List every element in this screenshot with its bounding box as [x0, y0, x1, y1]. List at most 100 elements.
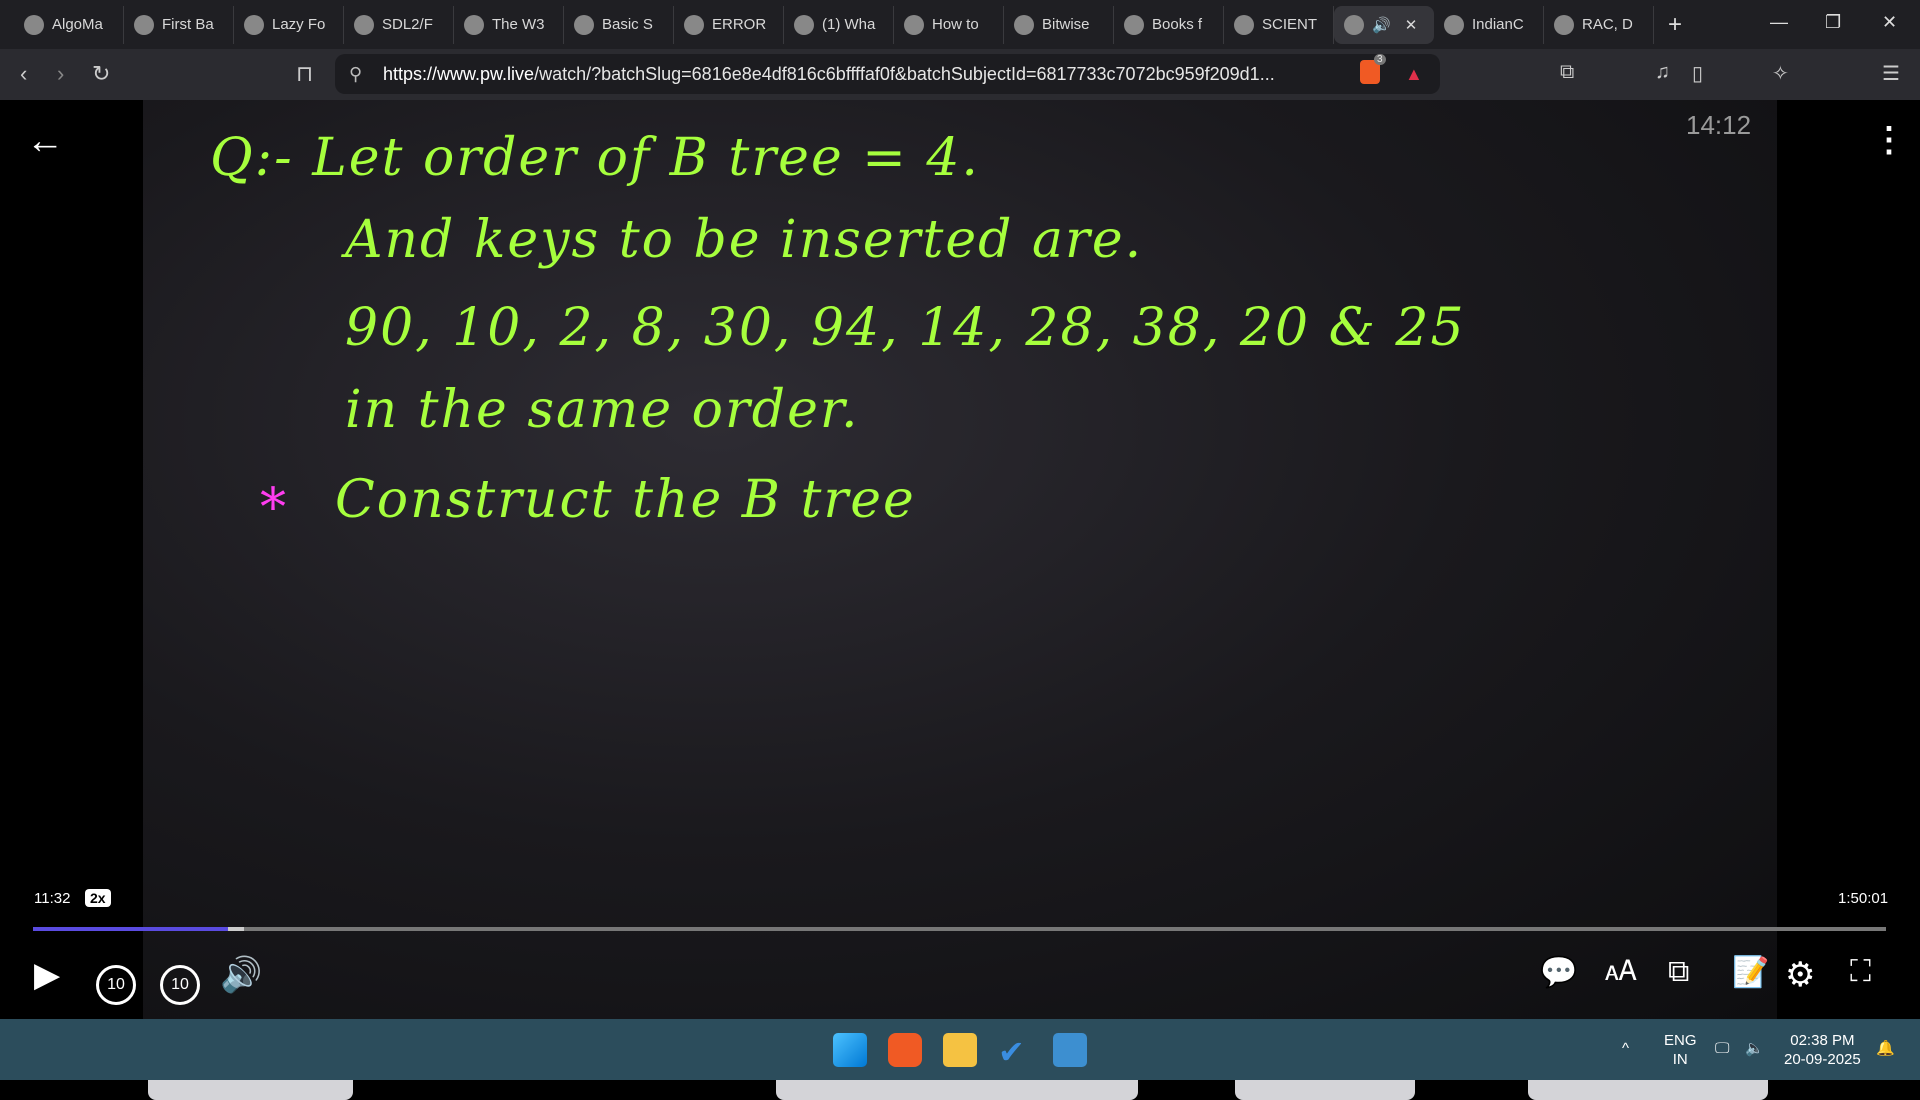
tab-label: Basic S [602, 16, 653, 33]
browser-tab[interactable]: RAC, D [1544, 5, 1654, 44]
menu-icon[interactable]: ☰ [1882, 61, 1900, 86]
board-line-1: Q:- Let order of B tree = 4. [210, 128, 980, 188]
browser-tab[interactable]: Bitwise [1004, 5, 1114, 44]
player-right-margin: ⋮ [1777, 100, 1920, 1019]
tab-favicon-icon [354, 14, 374, 35]
url-host: https://www.pw.live [383, 63, 535, 84]
star-bullet: * [260, 478, 288, 538]
tab-label: IndianC [1472, 16, 1524, 33]
tab-favicon-icon [904, 14, 924, 35]
tab-favicon-icon [24, 14, 44, 35]
clock[interactable]: 02:38 PM 20-09-2025 [1784, 1031, 1861, 1069]
lang-code: ENG [1664, 1032, 1697, 1049]
speaker-icon[interactable]: 🔈 [1745, 1039, 1764, 1058]
browser-tab[interactable]: First Ba [124, 5, 234, 44]
board-line-2: And keys to be inserted are. [345, 210, 1144, 270]
brave-rewards-icon[interactable]: ▲ [1405, 64, 1423, 85]
tab-label: Bitwise [1042, 16, 1090, 33]
tab-label: RAC, D [1582, 16, 1633, 33]
video-timestamp: 14:12 [1686, 110, 1752, 140]
chat-icon[interactable]: 💬 [1540, 955, 1577, 990]
settings-icon[interactable]: ⚙ [1785, 955, 1815, 995]
translate-icon[interactable]: 🗚 [1605, 955, 1637, 988]
clock-time: 02:38 PM [1790, 1032, 1855, 1049]
tab-favicon-icon [1124, 14, 1144, 35]
tab-favicon-icon [244, 14, 264, 35]
pip-icon[interactable]: ⧉ [1668, 955, 1689, 989]
browser-tab[interactable]: AlgoMa [14, 5, 124, 44]
todo-icon[interactable]: ✔ [998, 1033, 1032, 1070]
leo-icon[interactable]: ✧ [1772, 61, 1789, 86]
back-icon[interactable]: ‹ [20, 61, 27, 87]
reload-icon[interactable]: ↻ [92, 61, 110, 87]
sidebar-icon[interactable]: ▯ [1692, 61, 1703, 86]
fullscreen-icon[interactable]: ⛶ [1850, 955, 1871, 989]
duration: 1:50:01 [1838, 890, 1889, 907]
tab-favicon-icon [1234, 14, 1254, 35]
browser-tab[interactable]: ERROR [674, 5, 784, 44]
rewind-10-button[interactable]: 10 [96, 965, 136, 1005]
clock-date: 20-09-2025 [1784, 1051, 1861, 1068]
browser-tab[interactable]: SDL2/F [344, 5, 454, 44]
tab-label: Lazy Fo [272, 16, 326, 33]
tab-favicon-icon [794, 14, 814, 35]
video-frame[interactable]: Q:- Let order of B tree = 4. And keys to… [143, 100, 1777, 1100]
file-explorer-icon[interactable] [943, 1033, 977, 1067]
brave-taskbar-icon[interactable] [888, 1033, 922, 1067]
tab-label: SDL2/F [382, 16, 433, 33]
current-time: 11:32 [34, 890, 71, 907]
more-options-icon[interactable]: ⋮ [1872, 120, 1906, 160]
address-bar[interactable]: ⚲ https://www.pw.live/watch/?batchSlug=6… [335, 54, 1440, 94]
tab-strip: AlgoMa First Ba Lazy Fo SDL2/F The W3 Basic S… [0, 0, 1920, 49]
browser-tab[interactable]: Lazy Fo [234, 5, 344, 44]
tab-label: AlgoMa [52, 16, 103, 33]
bookmark-icon[interactable]: ⊓ [296, 61, 313, 87]
browser-tab[interactable]: SCIENT [1224, 5, 1334, 44]
windows-start-icon[interactable] [833, 1033, 867, 1067]
browser-tab[interactable]: Books f [1114, 5, 1224, 44]
volume-icon[interactable]: 🔊 [220, 955, 262, 995]
notes-icon[interactable]: 📝 [1732, 955, 1769, 990]
extensions-icon[interactable]: ⧉ [1560, 61, 1574, 84]
media-icon[interactable]: ♫ [1655, 61, 1670, 84]
restore-button[interactable]: ❐ [1825, 12, 1841, 33]
tab-favicon-icon [134, 14, 154, 35]
browser-tab[interactable]: How to [894, 5, 1004, 44]
browser-tab[interactable]: Basic S [564, 5, 674, 44]
forward-icon[interactable]: › [57, 61, 64, 87]
network-icon[interactable]: 🖵 [1715, 1039, 1729, 1058]
browser-tab[interactable]: (1) Wha [784, 5, 894, 44]
browser-tab[interactable]: 🔊 ✕ [1334, 5, 1434, 44]
keyboard-app-icon[interactable] [1053, 1033, 1087, 1067]
close-tab-icon[interactable]: ✕ [1405, 16, 1418, 34]
tab-label: 🔊 [1372, 16, 1391, 34]
tab-label: Books f [1152, 16, 1203, 33]
tab-favicon-icon [464, 14, 484, 35]
forward-label: 10 [171, 976, 189, 993]
play-icon[interactable]: ▶ [34, 955, 60, 995]
tab-label: ERROR [712, 16, 767, 33]
forward-10-button[interactable]: 10 [160, 965, 200, 1005]
board-line-3: 90, 10, 2, 8, 30, 94, 14, 28, 38, 20 & 2… [345, 298, 1466, 358]
back-arrow-icon[interactable]: ← [26, 120, 64, 163]
playback-speed[interactable]: 2x [85, 889, 111, 907]
site-settings-icon[interactable]: ⚲ [349, 64, 362, 85]
taskbar: ✔ ^ ENG IN 🖵 🔈 02:38 PM 20-09-2025 🔔 [0, 1019, 1920, 1080]
notification-icon[interactable]: 🔔 [1876, 1039, 1895, 1058]
tab-favicon-icon [684, 14, 704, 35]
language-indicator[interactable]: ENG IN [1664, 1031, 1697, 1069]
url-path: /watch/?batchSlug=6816e8e4df816c6bffffaf… [534, 63, 1275, 84]
minimize-button[interactable]: — [1770, 12, 1788, 33]
tab-favicon-icon [1344, 14, 1364, 35]
tab-favicon-icon [1014, 14, 1034, 35]
board-line-5: Construct the B tree [335, 470, 916, 530]
browser-tab[interactable]: IndianC [1434, 5, 1544, 44]
board-line-4: in the same order. [345, 380, 860, 440]
tab-label: The W3 [492, 16, 545, 33]
seek-bar[interactable] [33, 927, 1886, 931]
navigation-bar: ‹ › ↻ ⊓ ⚲ https://www.pw.live/watch/?bat… [0, 49, 1920, 100]
new-tab-button[interactable]: + [1668, 11, 1682, 39]
browser-tab[interactable]: The W3 [454, 5, 564, 44]
tray-expand-icon[interactable]: ^ [1622, 1039, 1629, 1058]
close-window-button[interactable]: ✕ [1882, 12, 1897, 33]
